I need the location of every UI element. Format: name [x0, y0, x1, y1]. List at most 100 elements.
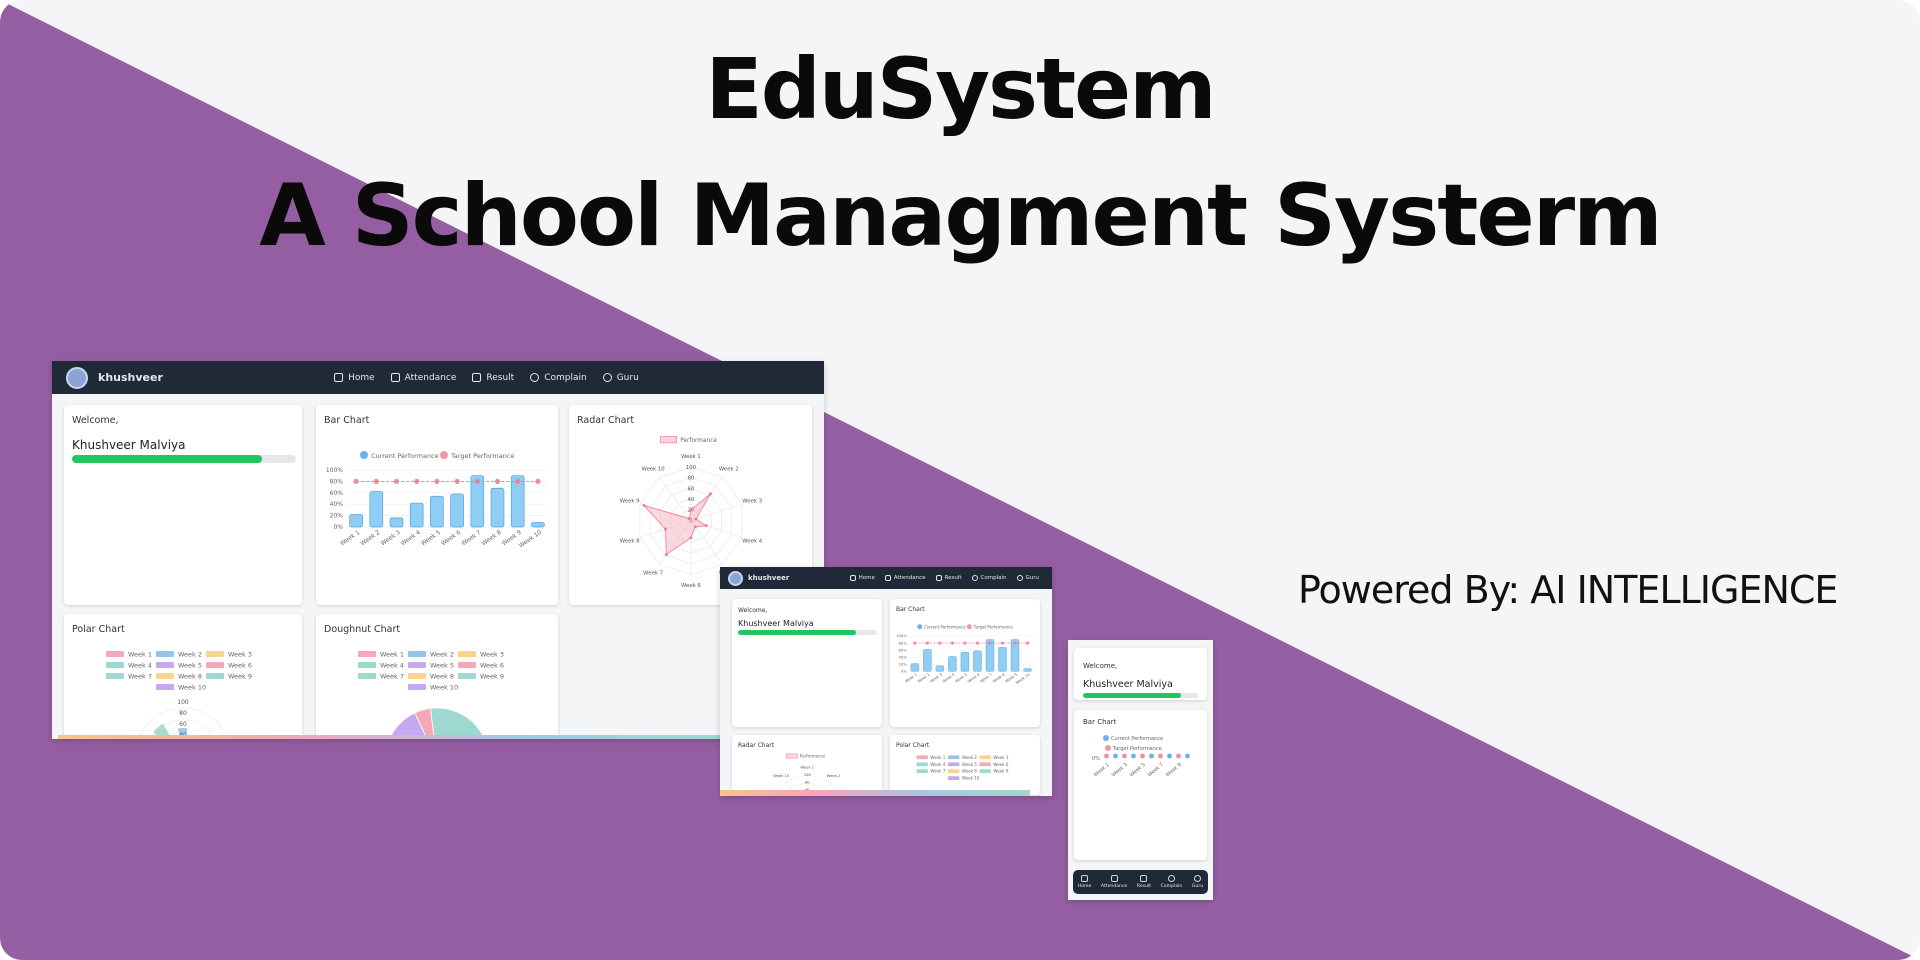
legend-swatch [358, 673, 376, 679]
legend-performance: Performance [800, 754, 826, 759]
polar-chart-title: Polar Chart [72, 624, 125, 635]
y-tick-label: 0% [1092, 756, 1100, 762]
bottom-nav: Home Attendance Result Complain Guru [1073, 870, 1208, 894]
radar-axis-label: Week 3 [742, 499, 762, 505]
legend-swatch [916, 762, 928, 767]
legend-swatch [156, 673, 174, 679]
nav-guru[interactable]: Guru [602, 373, 639, 383]
legend-label: Week 6 [993, 762, 1008, 767]
nav-complain[interactable]: Complain [530, 373, 587, 383]
tablet-screenshot: khushveer Home Attendance Result Complai… [720, 567, 1052, 796]
nav-guru-label: Guru [1191, 884, 1204, 889]
polar-legend: Week 1 Week 2 Week 3 Week 4 Week 5 Week 6 Week… [106, 651, 252, 692]
x-tick-label: Week 1 [339, 529, 361, 548]
nav-attendance[interactable]: Attendance [1101, 875, 1127, 889]
y-tick-label: 80% [899, 641, 908, 645]
nav-home[interactable]: Home [1077, 875, 1092, 889]
radar-point [689, 536, 693, 540]
legend-label: Week 5 [962, 762, 977, 767]
footer-gradient [58, 735, 758, 739]
legend-label: Week 8 [430, 673, 454, 681]
target-point [975, 641, 980, 645]
radar-chart-title: Radar Chart [577, 415, 635, 426]
target-point [353, 478, 359, 484]
x-tick-label: Week 6 [967, 672, 981, 683]
legend-swatch [947, 755, 960, 760]
legend-current-swatch [1103, 735, 1109, 741]
nav-home[interactable]: Home [334, 373, 375, 383]
polar-chart: 10080604020 [137, 699, 229, 739]
nav-guru[interactable]: Guru [1192, 875, 1203, 889]
target-point [494, 478, 501, 484]
home-icon [849, 575, 856, 581]
doughnut-chart [389, 707, 485, 739]
bar [349, 514, 363, 528]
target-point [913, 641, 917, 645]
nav-guru[interactable]: Guru [1016, 575, 1039, 581]
y-tick-label: 60% [899, 648, 908, 652]
nav-result[interactable]: Result [935, 575, 962, 581]
radar-axis-label: Week 8 [620, 538, 640, 544]
legend-label: Week 5 [178, 662, 202, 670]
polar-chart-card: Polar Chart Week 1 Week 2 Week 3 Week 4 Week… [64, 614, 302, 739]
nav-complain[interactable]: Complain [1161, 875, 1182, 889]
x-tick-label: Week 4 [942, 672, 956, 683]
nav-result[interactable]: Result [1137, 875, 1151, 889]
avatar[interactable] [728, 570, 743, 586]
avatar[interactable] [66, 366, 88, 389]
target-point [925, 641, 929, 645]
radar-axis-label: Week 7 [643, 571, 663, 577]
nav-complain[interactable]: Complain [971, 575, 1007, 581]
nav-complain-label: Complain [544, 372, 587, 383]
powered-by-text: Powered By: AI INTELLIGENCE [1298, 568, 1838, 612]
nav-home-label: Home [1077, 884, 1092, 889]
legend-swatch [408, 673, 426, 679]
radar-point [704, 524, 708, 528]
x-tick-label: Week 1 [1093, 762, 1111, 778]
radar-chart-card: Radar Chart Performance Week 1 Week 2 Week … [732, 735, 882, 795]
bar [1023, 668, 1032, 672]
nav-result[interactable]: Result [472, 373, 514, 383]
polar-tick-label: 60 [179, 721, 187, 728]
legend-label: Week 2 [178, 651, 202, 659]
target-point [474, 478, 480, 484]
nav-attendance-label: Attendance [404, 372, 457, 383]
legend-swatch [408, 651, 426, 657]
legend-label: Week 4 [380, 662, 404, 670]
radar-axis-label: Week 6 [681, 583, 701, 589]
radar-tick-label: 100 [686, 465, 697, 471]
x-tick-label: Week 5 [1129, 762, 1147, 778]
nav-attendance[interactable]: Attendance [884, 575, 926, 581]
nav-result-label: Result [486, 372, 515, 383]
navbar: khushveer Home Attendance Result Complai… [720, 567, 1052, 589]
legend-label: Week 1 [128, 651, 152, 659]
doughnut-chart-card: Doughnut Chart Week 1 Week 2 Week 3 Week 4W… [316, 614, 558, 739]
y-tick-label: 0% [333, 524, 343, 531]
nav-home-label: Home [348, 372, 375, 383]
nav-attendance[interactable]: Attendance [390, 372, 457, 383]
bar [389, 517, 404, 528]
x-tick-label: Week 5 [420, 529, 442, 548]
x-tick-label: Week 9 [1165, 762, 1183, 778]
y-tick-label: 0% [901, 670, 907, 674]
target-point [454, 478, 460, 484]
progress-fill [72, 455, 263, 463]
bar [973, 650, 982, 672]
book-icon [1140, 875, 1148, 882]
legend-swatch [156, 651, 174, 657]
polar-legend: Week 1 Week 2 Week 3 Week 4 Week 5 Week 6 Week… [916, 755, 1009, 781]
nav-home[interactable]: Home [849, 575, 875, 581]
book-icon [935, 575, 942, 581]
legend-label: Week 1 [380, 651, 404, 659]
bar [923, 649, 932, 672]
polar-tick-label: 80 [179, 710, 187, 717]
legend-label: Week 8 [962, 769, 977, 774]
legend-swatch [206, 662, 224, 668]
legend-swatch [156, 662, 174, 668]
nav-result-label: Result [944, 575, 962, 581]
target-point [1140, 753, 1145, 759]
radar-point [664, 553, 668, 556]
y-tick-label: 100% [326, 467, 343, 474]
x-tick-label: Week 3 [379, 529, 401, 548]
welcome-label: Welcome, [1083, 662, 1118, 670]
